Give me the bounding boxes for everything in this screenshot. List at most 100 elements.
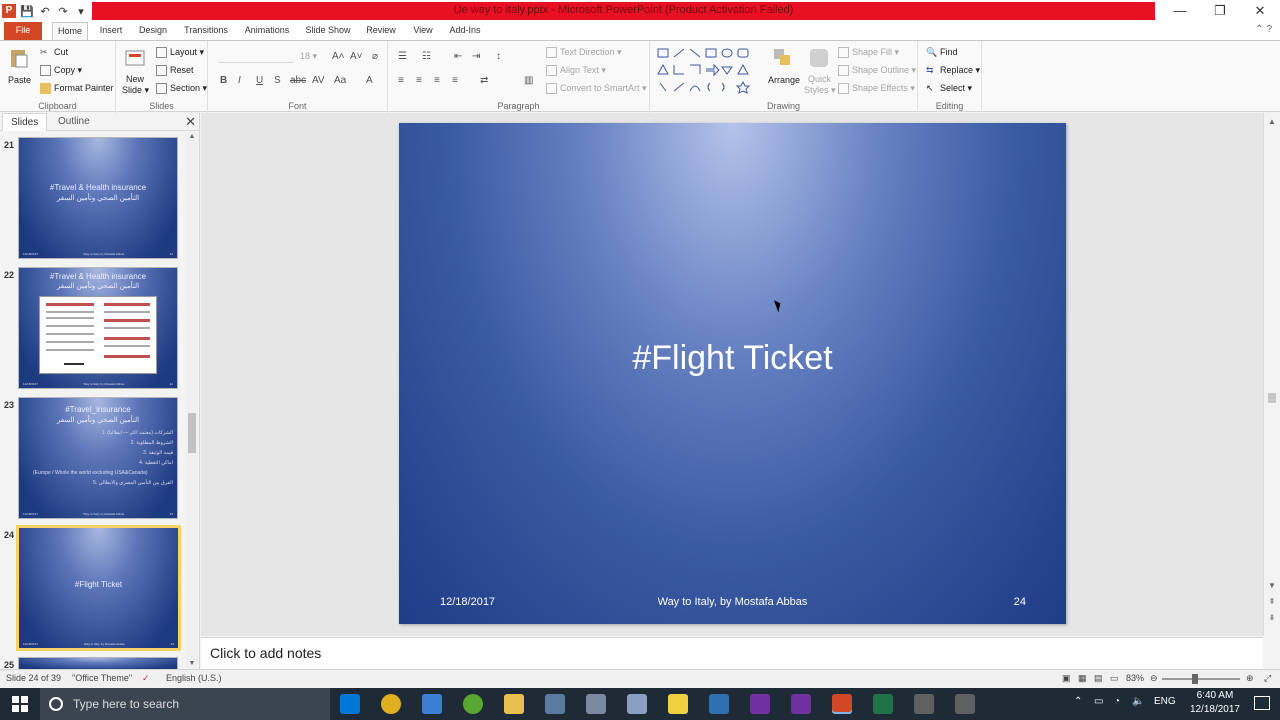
slide-sorter-icon[interactable]: ▦ (1078, 673, 1087, 684)
shape-effects-button[interactable]: Shape Effects ▾ (838, 83, 915, 95)
zoom-level[interactable]: 83% (1126, 673, 1144, 683)
scroll-up-icon[interactable]: ▲ (1264, 117, 1280, 126)
paste-button[interactable]: Paste (8, 75, 31, 85)
onenote2-icon[interactable] (791, 694, 811, 714)
bullets-icon[interactable]: ☰ (398, 51, 407, 62)
zoom-out-icon[interactable]: ⊖ (1150, 673, 1158, 684)
change-case-icon[interactable]: Aa (334, 75, 346, 86)
app3-icon[interactable] (627, 694, 647, 714)
excel-icon[interactable] (873, 694, 893, 714)
maximize-button[interactable]: ❐ (1200, 0, 1240, 22)
text-direction-rtl-icon[interactable]: ⇄ (480, 75, 488, 86)
slide-show-icon[interactable]: ▭ (1110, 673, 1119, 684)
tab-outline-pane[interactable]: Outline (50, 113, 98, 131)
onenote-icon[interactable] (750, 694, 770, 714)
tab-transitions[interactable]: Transitions (182, 22, 230, 40)
slide-thumbnail-22[interactable]: #Travel & Health insurance التأمين الصحي… (18, 267, 178, 389)
slide-number-footer[interactable]: 24 (1014, 596, 1026, 608)
app5-icon[interactable] (955, 694, 975, 714)
bold-icon[interactable]: B (220, 75, 227, 86)
layout-button[interactable]: Layout ▾ (156, 47, 204, 59)
minimize-button[interactable]: — (1160, 0, 1200, 22)
slide-thumbnail-23[interactable]: #Travel_insurance التأمين الصحي وتأمين ا… (18, 397, 178, 519)
close-button[interactable]: ✕ (1240, 0, 1280, 22)
font-name-combo[interactable] (218, 51, 294, 63)
reset-button[interactable]: Reset (156, 65, 194, 77)
calc-icon[interactable] (709, 694, 729, 714)
tab-add-ins[interactable]: Add-Ins (448, 22, 482, 40)
search-placeholder[interactable]: Type here to search (73, 697, 179, 711)
new-slide-button[interactable]: New (126, 74, 144, 84)
font-size-combo[interactable]: 18 ▾ (300, 51, 317, 62)
help-icon[interactable]: ⌃ ? (1255, 24, 1272, 35)
quick-styles-dropdown[interactable]: Styles ▾ (804, 85, 836, 96)
editor-scrollbar[interactable]: ▲ ▼ ⇞ ⇟ (1263, 113, 1280, 636)
line-spacing-icon[interactable]: ↕ (496, 51, 501, 62)
save-button[interactable]: 💾 (20, 5, 34, 18)
slides-pane-scrollbar[interactable]: ▲ ▼ (186, 133, 198, 667)
slide-footer-text[interactable]: Way to Italy, by Mostafa Abbas (399, 596, 1066, 608)
arrange-button[interactable]: Arrange (768, 75, 800, 85)
action-center-icon[interactable] (1254, 696, 1270, 710)
strikethrough-icon[interactable]: abc (290, 75, 306, 86)
theme-status[interactable]: "Office Theme" (72, 673, 132, 683)
tab-file[interactable]: File (4, 22, 42, 40)
scrollbar-thumb[interactable] (1268, 393, 1276, 403)
next-slide-icon[interactable]: ⇟ (1264, 613, 1280, 622)
copy-button[interactable]: Copy ▾ (40, 65, 82, 77)
tray-overflow-icon[interactable]: ⌃ (1074, 696, 1082, 707)
tab-animations[interactable]: Animations (242, 22, 292, 40)
spellcheck-icon[interactable]: ✓ (142, 673, 150, 684)
shapes-gallery-icon[interactable] (656, 47, 756, 95)
section-button[interactable]: Section ▾ (156, 83, 207, 95)
align-text-button[interactable]: Align Text ▾ (546, 65, 606, 77)
app-icon[interactable] (545, 694, 565, 714)
italic-icon[interactable]: I (238, 75, 241, 86)
tab-review[interactable]: Review (364, 22, 398, 40)
tab-slides-pane[interactable]: Slides (2, 113, 48, 131)
language-status[interactable]: English (U.S.) (166, 673, 222, 683)
powerpoint-icon[interactable] (832, 694, 852, 714)
increase-indent-icon[interactable]: ⇥ (472, 51, 480, 62)
current-slide[interactable]: #Flight Ticket 12/18/2017 Way to Italy, … (399, 123, 1066, 624)
edge-icon[interactable] (340, 694, 360, 714)
tab-design[interactable]: Design (136, 22, 170, 40)
slide-title[interactable]: #Flight Ticket (399, 339, 1066, 378)
chrome-icon[interactable] (381, 694, 401, 714)
numbering-icon[interactable]: ☷ (422, 51, 431, 62)
customize-qat-button[interactable]: ▾ (74, 5, 88, 18)
previous-slide-icon[interactable]: ⇞ (1264, 597, 1280, 606)
normal-view-icon[interactable]: ▣ (1062, 673, 1071, 684)
app2-icon[interactable] (586, 694, 606, 714)
sticky-notes-icon[interactable] (668, 694, 688, 714)
replace-button[interactable]: ⇆ Replace ▾ (926, 65, 980, 76)
shape-outline-button[interactable]: Shape Outline ▾ (838, 65, 916, 77)
columns-icon[interactable]: ▥ (524, 75, 533, 86)
clear-format-icon[interactable]: ⌀ (372, 51, 378, 62)
slide-thumbnail-24[interactable]: #Flight Ticket 12/18/2017 Way to Italy, b… (16, 525, 181, 651)
redo-button[interactable]: ↷ (56, 5, 70, 18)
align-center-icon[interactable]: ≡ (416, 75, 422, 86)
volume-icon[interactable]: 🔈 (1132, 696, 1144, 707)
shadow-icon[interactable]: S (274, 75, 281, 86)
network-icon[interactable]: ◔ (1114, 696, 1120, 707)
zoom-slider[interactable] (1162, 674, 1240, 684)
scroll-down-icon[interactable]: ▼ (186, 660, 198, 667)
tab-home[interactable]: Home (52, 22, 88, 41)
tab-insert[interactable]: Insert (96, 22, 126, 40)
zoom-slider-knob[interactable] (1192, 674, 1198, 684)
slide-thumbnail-21[interactable]: #Travel & Health insurance التأمين الصحي… (18, 137, 178, 259)
file-explorer-icon[interactable] (504, 694, 524, 714)
fit-to-window-icon[interactable]: ⤢ (1264, 673, 1271, 684)
scroll-up-icon[interactable]: ▲ (186, 133, 198, 140)
cut-button[interactable]: ✂ Cut (40, 47, 68, 58)
new-slide-dropdown[interactable]: Slide ▾ (122, 85, 149, 96)
store-icon[interactable] (422, 694, 442, 714)
text-direction-button[interactable]: Text Direction ▾ (546, 47, 622, 59)
grow-font-icon[interactable]: A˄ (332, 51, 345, 62)
close-pane-icon[interactable]: ✕ (185, 114, 196, 130)
zoom-in-icon[interactable]: ⊕ (1246, 673, 1254, 684)
underline-icon[interactable]: U (256, 75, 263, 86)
taskbar-search[interactable]: Type here to search (40, 688, 330, 720)
justify-icon[interactable]: ≡ (452, 75, 458, 86)
